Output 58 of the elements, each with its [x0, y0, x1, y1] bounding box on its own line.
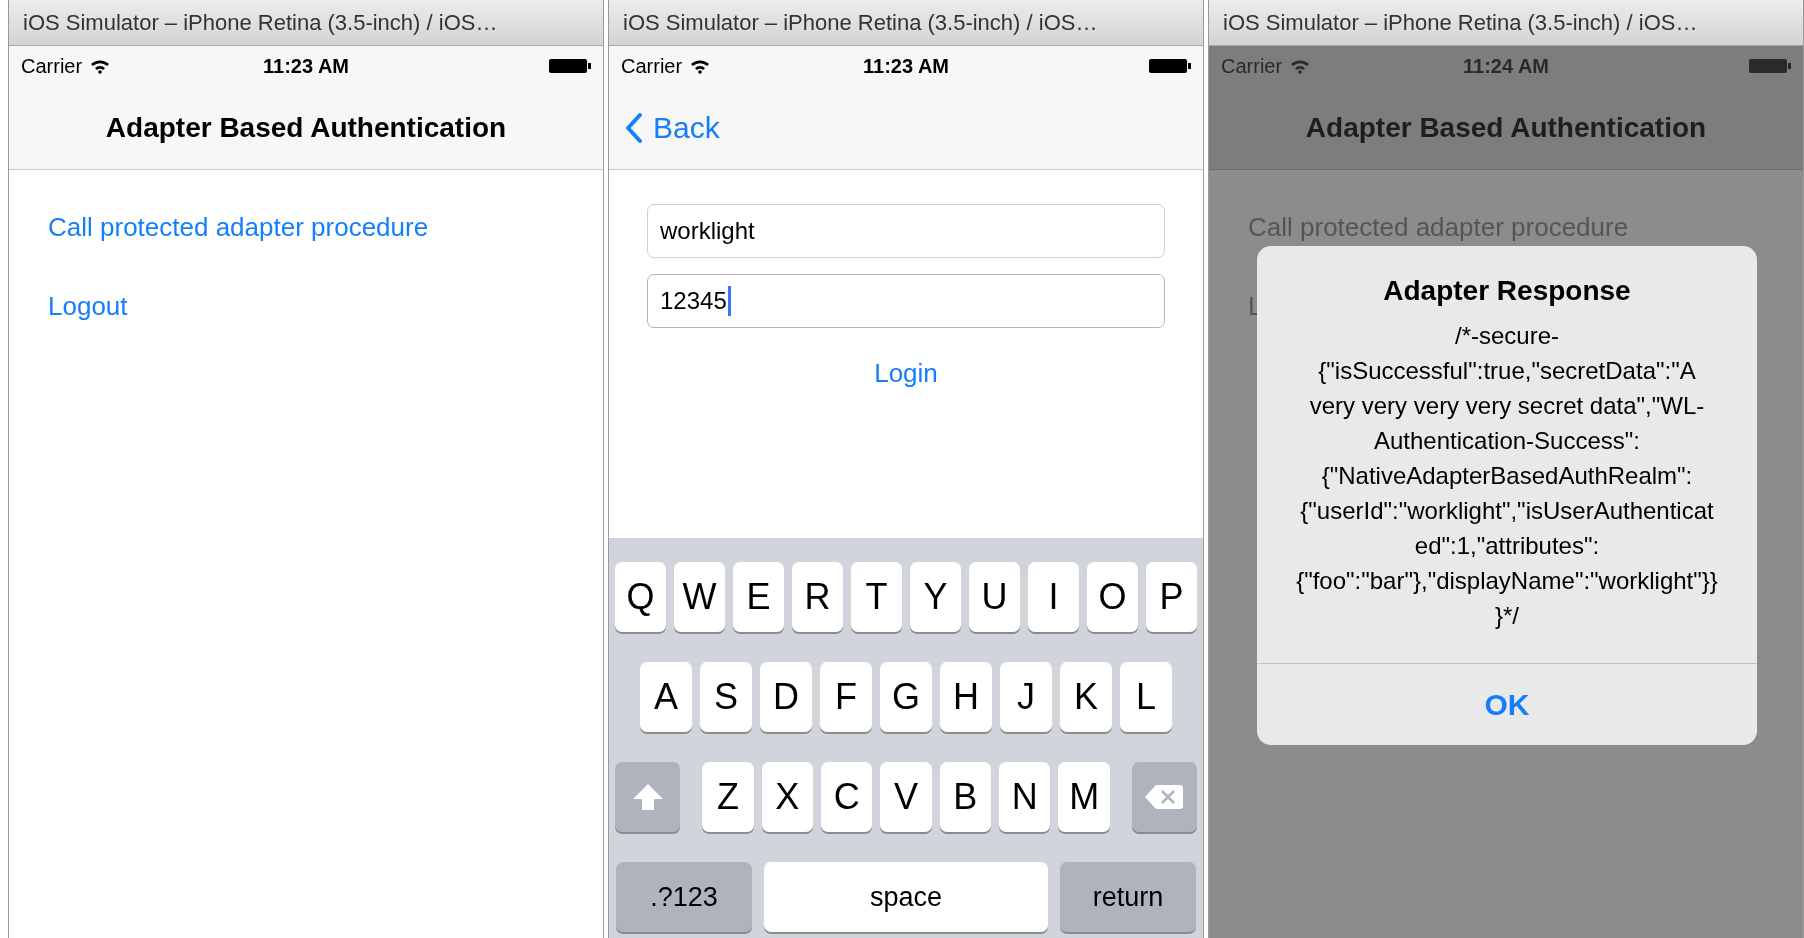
- keyboard-key[interactable]: X: [761, 762, 813, 832]
- keyboard-key[interactable]: F: [820, 662, 872, 732]
- status-time: 11:23 AM: [863, 54, 949, 79]
- space-key[interactable]: space: [764, 862, 1048, 932]
- text-field[interactable]: 12345: [647, 274, 1165, 328]
- keyboard-key[interactable]: A: [640, 662, 692, 732]
- wifi-icon: [90, 58, 111, 74]
- login-button[interactable]: Login: [866, 354, 946, 393]
- carrier-label: Carrier: [1221, 54, 1283, 79]
- keyboard-key[interactable]: E: [733, 562, 784, 632]
- keyboard-key[interactable]: Y: [910, 562, 961, 632]
- battery-icon: [549, 58, 591, 74]
- keyboard-key[interactable]: Q: [615, 562, 666, 632]
- keyboard-key[interactable]: J: [1000, 662, 1052, 732]
- keyboard-key[interactable]: U: [969, 562, 1020, 632]
- keyboard-key[interactable]: H: [940, 662, 992, 732]
- nav-title: Adapter Based Authentication: [105, 110, 507, 145]
- nav-title: Adapter Based Authentication: [1305, 110, 1707, 145]
- battery-icon: [1749, 58, 1791, 74]
- keyboard-key[interactable]: P: [1146, 562, 1197, 632]
- window-title: iOS Simulator – iPhone Retina (3.5-inch) / iOS…: [1223, 9, 1698, 37]
- status-time: 11:23 AM: [263, 54, 349, 79]
- text-field[interactable]: worklight: [647, 204, 1165, 258]
- keyboard-key[interactable]: W: [674, 562, 725, 632]
- alert-title: Adapter Response: [1383, 274, 1631, 308]
- window-title: iOS Simulator – iPhone Retina (3.5-inch) / iOS…: [623, 9, 1098, 37]
- delete-key[interactable]: [1131, 762, 1197, 832]
- keyboard-key[interactable]: K: [1060, 662, 1112, 732]
- keyboard-key[interactable]: T: [851, 562, 902, 632]
- keyboard-key[interactable]: V: [880, 762, 932, 832]
- carrier-label: Carrier: [21, 54, 83, 79]
- back-chevron-icon: [625, 111, 643, 144]
- menu-link[interactable]: Call protected adapter procedure: [48, 208, 429, 247]
- wifi-icon: [690, 58, 711, 74]
- keyboard-key[interactable]: C: [820, 762, 873, 832]
- keyboard-key[interactable]: Z: [702, 762, 754, 832]
- back-button[interactable]: Back: [625, 105, 720, 150]
- keyboard-key[interactable]: M: [1058, 762, 1110, 832]
- keyboard-key[interactable]: I: [1028, 562, 1079, 632]
- carrier-label: Carrier: [621, 54, 683, 79]
- backspace-icon: [1144, 783, 1185, 811]
- keyboard-key[interactable]: G: [880, 662, 932, 732]
- keyboard-key[interactable]: R: [792, 562, 843, 632]
- battery-icon: [1149, 58, 1191, 74]
- status-time: 11:24 AM: [1463, 54, 1549, 79]
- menu-link[interactable]: Logout: [48, 287, 128, 326]
- keyboard-key[interactable]: O: [1087, 562, 1138, 632]
- shift-key[interactable]: [615, 762, 681, 832]
- keyboard-key[interactable]: L: [1120, 662, 1172, 732]
- keyboard-key[interactable]: N: [999, 762, 1051, 832]
- wifi-icon: [1290, 58, 1311, 74]
- window-title: iOS Simulator – iPhone Retina (3.5-inch) / iOS…: [23, 9, 498, 37]
- keyboard-key[interactable]: D: [760, 662, 812, 732]
- alert-message: /*-secure-{"isSuccessful":true,"secretData":"A very very very very secret data","WL-Authentication-Success":{"NativeAdapterBasedAuthRealm":{"userId":"worklight","isUserAuthenticated":1,"attributes":{"foo":"bar"},"displayName":"worklight"}}}*/: [1295, 321, 1719, 631]
- return-key[interactable]: return: [1060, 862, 1196, 932]
- numbers-key[interactable]: .?123: [616, 862, 752, 932]
- keyboard-key[interactable]: B: [939, 762, 992, 832]
- keyboard-key[interactable]: S: [700, 662, 752, 732]
